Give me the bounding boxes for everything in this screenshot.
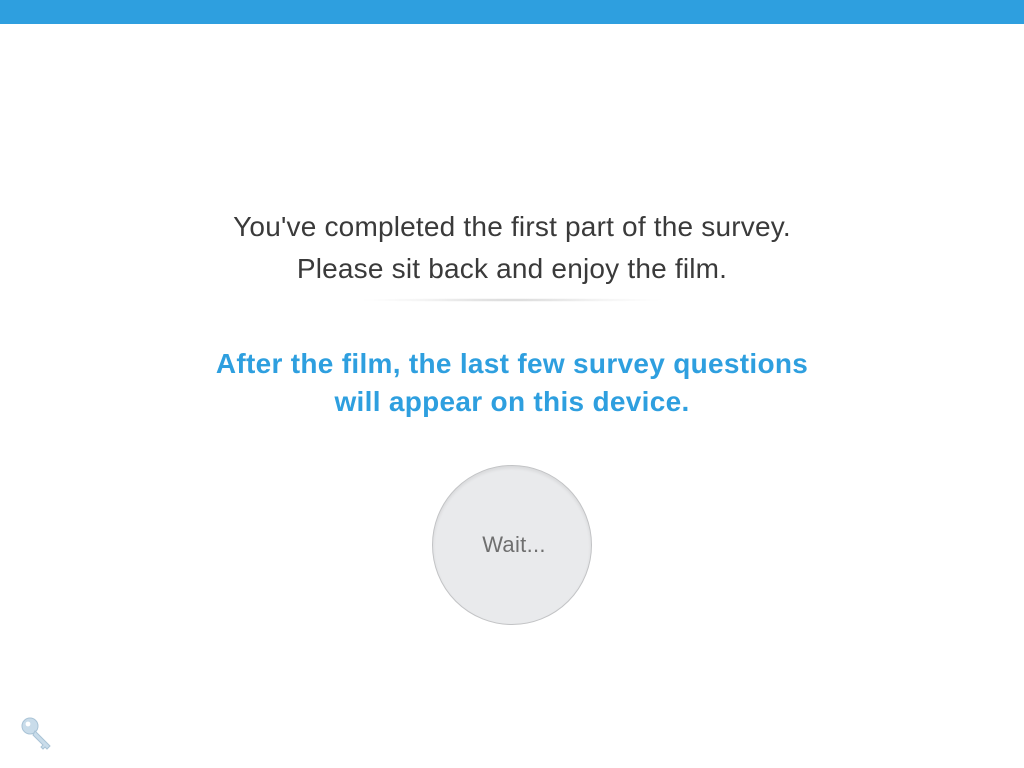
survey-notice-line-1: After the film, the last few survey ques… [215, 348, 809, 379]
completion-message-line-1: You've completed the first part of the s… [233, 211, 791, 242]
wait-button-label: Wait... [482, 532, 546, 557]
wait-button[interactable]: Wait... [432, 465, 592, 625]
completion-message: You've completed the first part of the s… [0, 206, 1024, 290]
key-icon[interactable] [20, 716, 56, 752]
survey-notice-line-2: will appear on this device. [334, 386, 690, 417]
survey-notice: After the film, the last few survey ques… [0, 345, 1024, 421]
top-bar [0, 0, 1024, 24]
divider [362, 298, 662, 302]
completion-message-line-2: Please sit back and enjoy the film. [296, 253, 728, 284]
